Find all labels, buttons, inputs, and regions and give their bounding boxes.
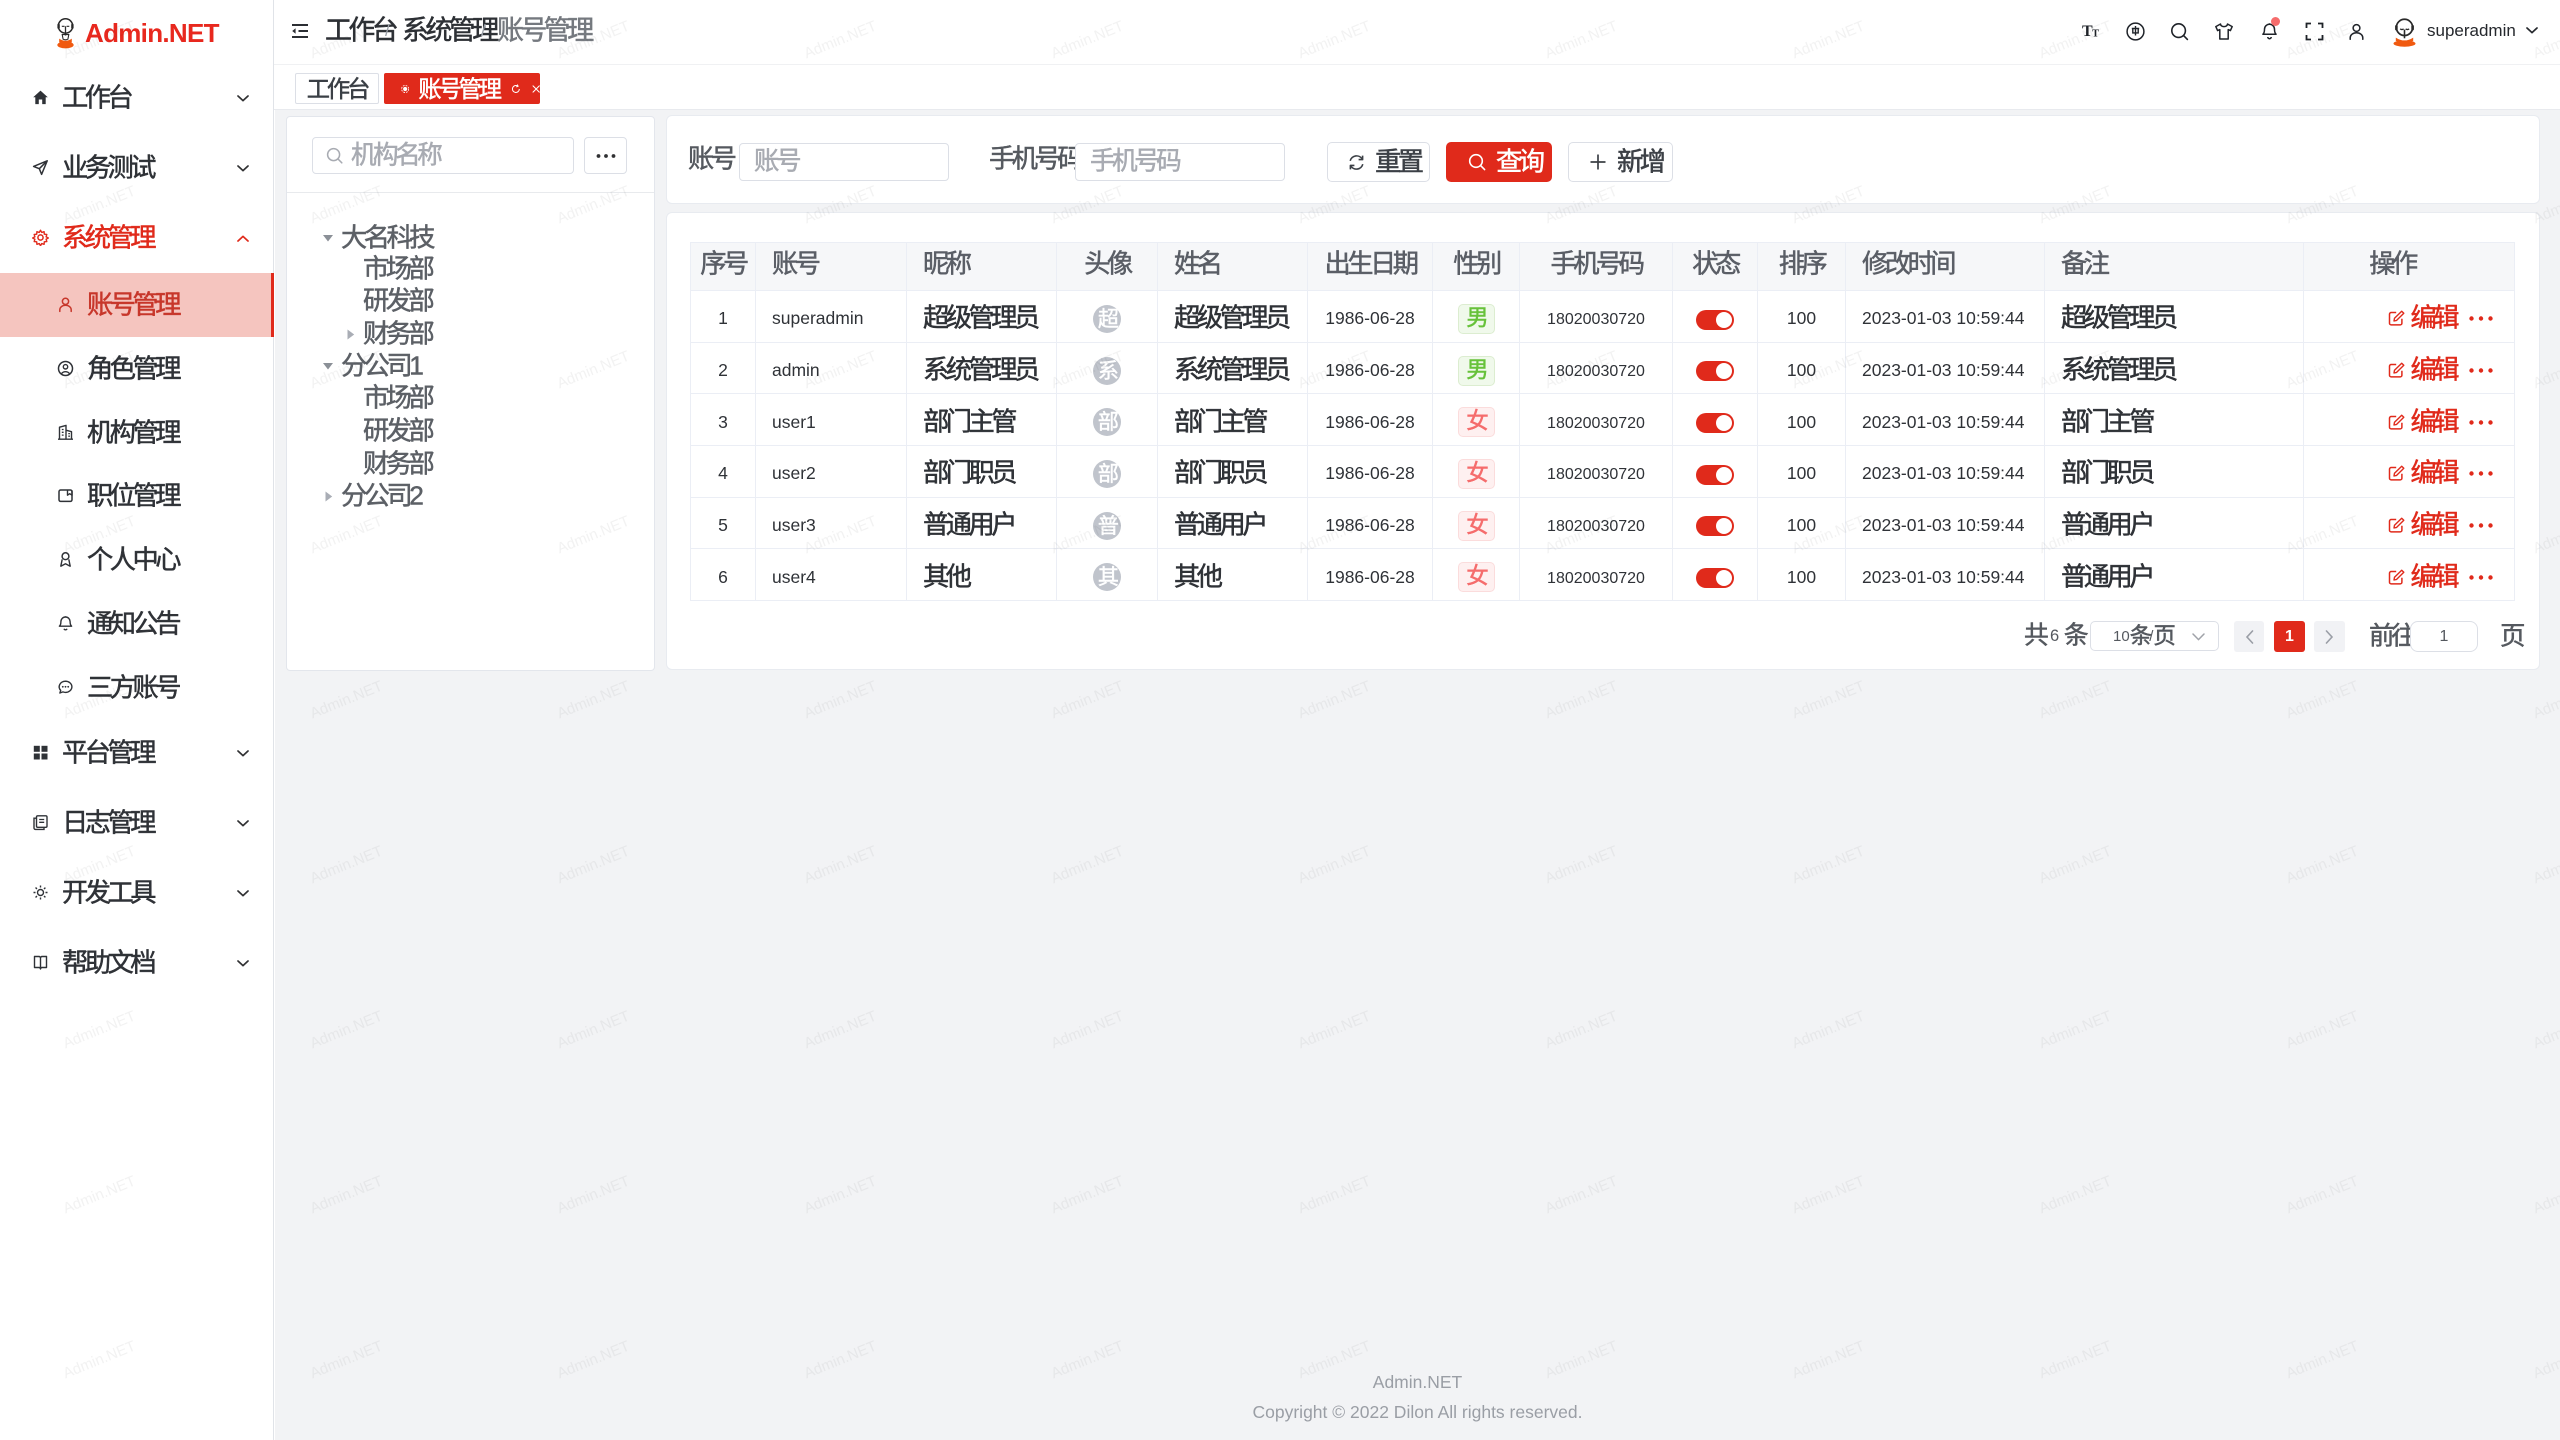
svg-text:T: T — [2092, 29, 2099, 40]
